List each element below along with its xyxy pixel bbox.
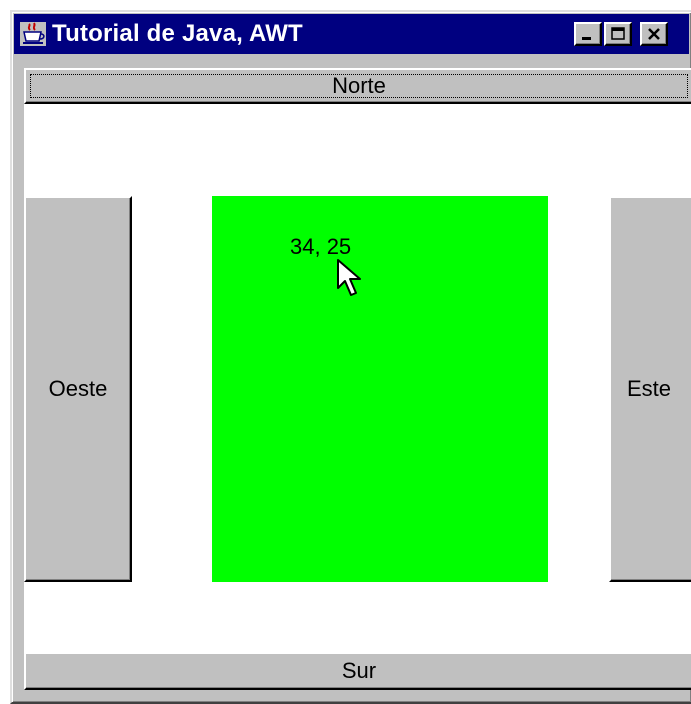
arrow-cursor-icon [337, 259, 361, 296]
east-button-label: Este [627, 376, 672, 401]
maximize-button[interactable] [604, 22, 632, 46]
minimize-button[interactable] [574, 22, 602, 46]
title-bar[interactable]: Tutorial de Java, AWT [14, 14, 689, 54]
mouse-coordinates: 34, 25 [290, 234, 352, 259]
close-icon [648, 28, 660, 40]
focus-ring [30, 74, 688, 98]
maximize-icon [611, 27, 625, 40]
app-window: Tutorial de Java, AWT Norte Oeste 34, 25… [10, 10, 691, 704]
west-button-label: Oeste [48, 376, 108, 401]
south-button-label: Sur [341, 658, 377, 683]
border-layout-panel: Norte Oeste 34, 25 Este Sur [24, 68, 691, 690]
south-button[interactable]: Sur [24, 652, 691, 690]
java-cup-icon[interactable] [20, 22, 46, 46]
green-canvas[interactable]: 34, 25 [212, 196, 548, 582]
north-button[interactable]: Norte [24, 68, 691, 104]
west-button[interactable]: Oeste [24, 196, 132, 582]
close-button[interactable] [640, 22, 668, 46]
window-title: Tutorial de Java, AWT [52, 20, 303, 47]
minimize-icon [582, 37, 591, 40]
east-button[interactable]: Este [609, 196, 691, 582]
